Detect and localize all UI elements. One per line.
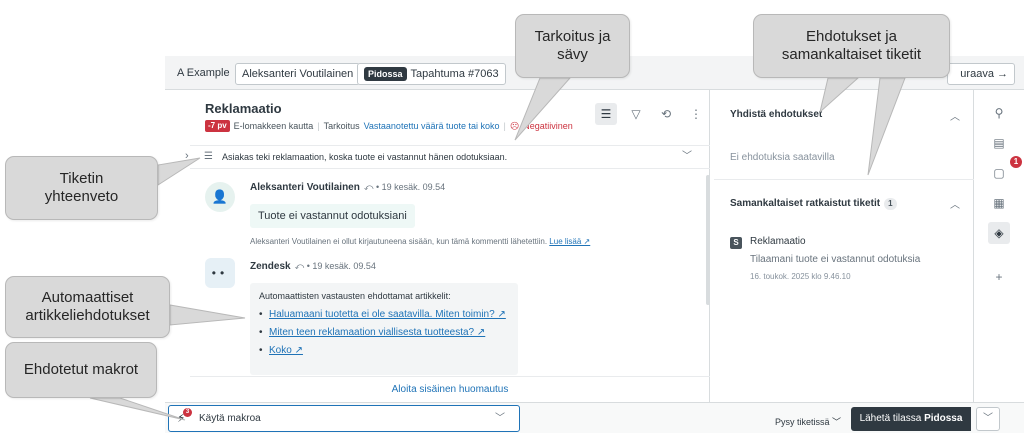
callout-suggestions: Ehdotukset ja samankaltaiset tiketit bbox=[753, 14, 950, 78]
similar-ticket-date: 16. toukok. 2025 klo 9.46.10 bbox=[750, 272, 851, 281]
login-note-text: Aleksanteri Voutilainen ei ollut kirjaut… bbox=[250, 237, 548, 246]
message-time: ⤺ • 19 kesäk. 09.54 bbox=[363, 182, 446, 192]
meta-divider: | bbox=[317, 121, 320, 131]
callout-macros: Ehdotetut makrot bbox=[5, 342, 157, 398]
summary-icon: ☰ bbox=[204, 151, 213, 162]
tab-ticket[interactable]: Pidossa Tapahtuma #7063 bbox=[357, 63, 506, 85]
article-link[interactable]: Koko ↗ bbox=[259, 345, 509, 356]
user-icon[interactable]: ⚲ bbox=[988, 102, 1010, 124]
macro-count-badge: 3 bbox=[183, 408, 192, 417]
meta-divider: | bbox=[503, 121, 506, 131]
intelligence-icon[interactable]: ◈ bbox=[988, 222, 1010, 244]
internal-note-button[interactable]: Aloita sisäinen huomautus bbox=[190, 376, 710, 402]
chevron-up-icon[interactable]: ︿ bbox=[950, 108, 960, 123]
notification-badge: 1 bbox=[1010, 156, 1022, 168]
ticket-toolbar: ☰ ▽ ⟲ ⋮ bbox=[595, 103, 707, 125]
article-link[interactable]: Haluamaani tuotetta ei ole saatavilla. M… bbox=[259, 309, 509, 320]
macro-placeholder: Käytä makroa bbox=[199, 413, 261, 424]
tab-requester[interactable]: Aleksanteri Voutilainen bbox=[235, 63, 361, 85]
more-options-icon[interactable]: ⋮ bbox=[685, 103, 707, 125]
sentiment-icon: ☹ bbox=[509, 120, 520, 131]
read-more-link[interactable]: Lue lisää ↗ bbox=[549, 237, 590, 246]
similar-ticket-title[interactable]: Reklamaatio bbox=[750, 236, 806, 247]
macro-select[interactable]: ⚡ 3 Käytä makroa ﹀ bbox=[168, 405, 520, 432]
chevron-right-icon[interactable]: › bbox=[185, 150, 189, 162]
chevron-down-icon: ﹀ bbox=[495, 413, 505, 424]
zendesk-bot-avatar: •• bbox=[205, 258, 235, 288]
similar-tickets-title: Samankaltaiset ratkaistut tiketit bbox=[730, 198, 881, 209]
ticket-meta: -7 pv E-lomakkeen kautta | Tarkoitus Vas… bbox=[205, 120, 573, 132]
merge-empty-text: Ei ehdotuksia saatavilla bbox=[730, 152, 835, 163]
login-note: Aleksanteri Voutilainen ei ollut kirjaut… bbox=[250, 237, 590, 246]
similar-ticket-subject: Tilaamani tuote ei vastannut odotuksia bbox=[750, 254, 921, 265]
stay-on-ticket-select[interactable]: Pysy tiketissä ﹀ bbox=[775, 415, 841, 428]
callout-articles: Automaattiset artikkeliehdotukset bbox=[5, 276, 170, 338]
scrollbar[interactable] bbox=[706, 175, 710, 305]
divider bbox=[714, 179, 974, 180]
callout-purpose-tone: Tarkoitus ja sävy bbox=[515, 14, 630, 78]
summary-text: Asiakas teki reklamaation, koska tuote e… bbox=[222, 152, 508, 162]
message-author: Zendesk ⤺ • 19 kesäk. 09.54 bbox=[250, 261, 376, 272]
age-badge: -7 pv bbox=[205, 120, 230, 132]
purpose-value[interactable]: Vastaanotettu väärä tuote tai koko bbox=[364, 121, 500, 131]
next-ticket-button[interactable]: uraava → bbox=[947, 63, 1015, 85]
sentiment-value: Negatiivinen bbox=[523, 121, 573, 131]
chevron-up-icon[interactable]: ︿ bbox=[950, 196, 960, 211]
context-rail: ⚲ ▤ ▢ ▦ ◈ + bbox=[975, 90, 1024, 402]
filter-icon[interactable]: ▽ bbox=[625, 103, 647, 125]
submit-button[interactable]: Lähetä tilassa Pidossa bbox=[851, 407, 971, 431]
solved-status-icon: S bbox=[730, 237, 742, 249]
ticket-summary[interactable]: ☰ Asiakas teki reklamaation, koska tuote… bbox=[190, 145, 710, 169]
tab-ticket-label: Tapahtuma #7063 bbox=[410, 68, 499, 80]
add-icon[interactable]: + bbox=[988, 266, 1010, 288]
status-badge: Pidossa bbox=[364, 67, 407, 81]
callout-summary: Tiketin yhteenveto bbox=[5, 156, 158, 220]
message-time: ⤺ • 19 kesäk. 09.54 bbox=[294, 261, 376, 271]
author-name: Zendesk bbox=[250, 261, 291, 272]
conversation-list-icon[interactable]: ☰ bbox=[595, 103, 617, 125]
merge-suggestions-header: Yhdistä ehdotukset bbox=[730, 109, 823, 120]
similar-tickets-header: Samankaltaiset ratkaistut tiketit 1 bbox=[730, 198, 897, 210]
apps-grid-icon[interactable]: ▦ bbox=[988, 192, 1010, 214]
chevron-down-icon[interactable]: ﹀ bbox=[682, 146, 692, 168]
tab-organization[interactable]: A Example bbox=[171, 63, 236, 85]
chat-icon[interactable]: ▢ bbox=[988, 162, 1010, 184]
channel-label: E-lomakkeen kautta bbox=[233, 121, 314, 131]
article-link[interactable]: Miten teen reklamaation viallisesta tuot… bbox=[259, 327, 509, 338]
submit-status: Pidossa bbox=[924, 413, 963, 424]
message-author: Aleksanteri Voutilainen ⤺ • 19 kesäk. 09.… bbox=[250, 182, 445, 193]
knowledge-icon[interactable]: ▤ bbox=[988, 132, 1010, 154]
submit-options-button[interactable]: ﹀ bbox=[976, 407, 1000, 431]
submit-prefix: Lähetä tilassa bbox=[859, 413, 922, 424]
message-bubble: Tuote ei vastannut odotuksiani bbox=[250, 204, 415, 228]
author-name: Aleksanteri Voutilainen bbox=[250, 182, 360, 193]
avatar: 👤 bbox=[205, 182, 235, 212]
article-suggestions: Automaattisten vastausten ehdottamat art… bbox=[250, 283, 518, 375]
ticket-title: Reklamaatio bbox=[205, 101, 282, 116]
history-icon[interactable]: ⟲ bbox=[655, 103, 677, 125]
purpose-label: Tarkoitus bbox=[323, 121, 360, 131]
article-suggestions-heading: Automaattisten vastausten ehdottamat art… bbox=[259, 291, 451, 301]
count-badge: 1 bbox=[884, 198, 897, 210]
